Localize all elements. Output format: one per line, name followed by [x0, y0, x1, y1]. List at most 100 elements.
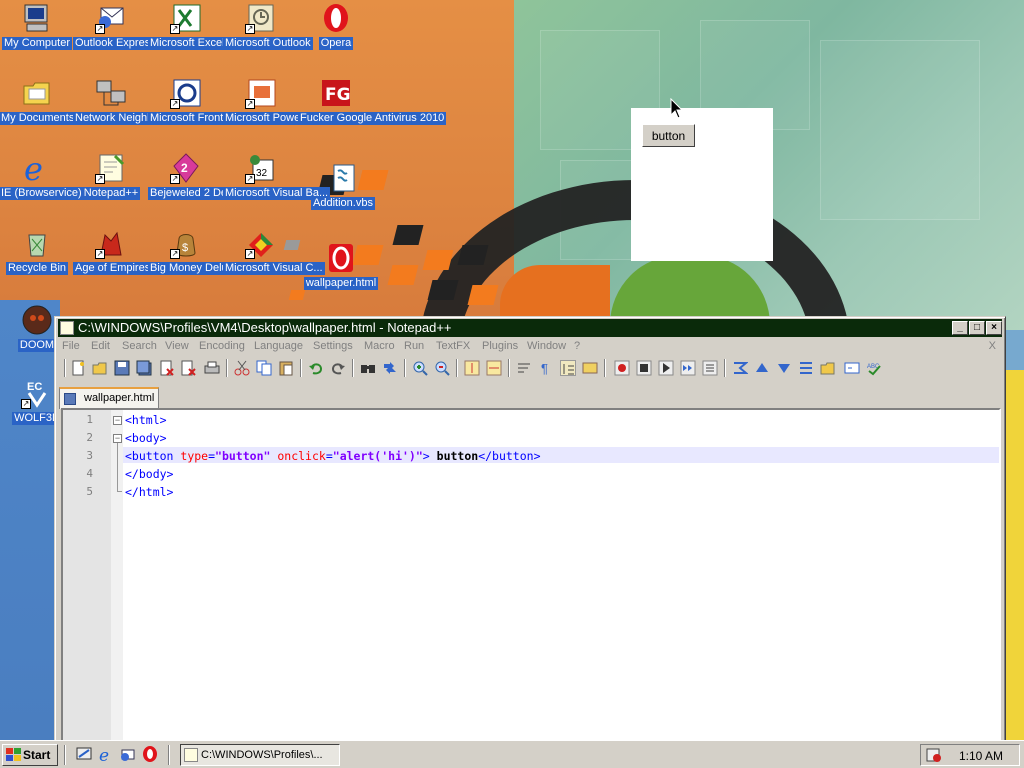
desktop-icon-recycle-bin[interactable]: Recycle Bin [0, 225, 75, 275]
desktop-icon-notepadpp[interactable]: ↗ Notepad++ [73, 150, 149, 200]
notepadpp-window[interactable]: C:\WINDOWS\Profiles\VM4\Desktop\wallpape… [54, 316, 1006, 744]
user-lang-icon[interactable] [582, 360, 598, 376]
desktop-icon-wallpaper-html[interactable]: wallpaper.html [303, 240, 379, 290]
code-editor[interactable]: 1 2 3 4 5 − − <html> <body> <button type… [61, 408, 1001, 743]
svg-text:e: e [24, 152, 43, 184]
desktop-icon-age-of-empires[interactable]: ↗ Age of Empires [73, 225, 153, 275]
sync-vertical-icon[interactable] [464, 360, 480, 376]
menu-encoding[interactable]: Encoding [199, 340, 245, 352]
ie-quicklaunch-icon[interactable]: e [98, 746, 114, 762]
menu-search[interactable]: Search [122, 340, 157, 352]
indent-guide-icon[interactable] [560, 360, 576, 376]
folder-tool-icon[interactable] [820, 360, 836, 376]
sync-horizontal-icon[interactable] [486, 360, 502, 376]
fold-toggle-icon[interactable]: − [113, 416, 122, 425]
desktop-icon-frontpage[interactable]: ↗ Microsoft FrontPage [148, 75, 252, 125]
outlook-express-quicklaunch-icon[interactable] [120, 746, 136, 762]
maximize-button[interactable]: □ [969, 321, 985, 335]
copy-icon[interactable] [256, 360, 272, 376]
taskbar-button-label: C:\WINDOWS\Profiles\... [201, 749, 323, 761]
redo-icon[interactable] [330, 360, 346, 376]
desktop-icon-antivirus[interactable]: FG Fucker Google Antivirus 2010 [298, 75, 447, 125]
clock[interactable]: 1:10 AM [959, 749, 1003, 763]
menu-file[interactable]: File [62, 340, 80, 352]
tray-app-icon[interactable] [926, 748, 942, 762]
menu-view[interactable]: View [165, 340, 189, 352]
code-line: <button type="button" onclick="alert('hi… [125, 449, 541, 463]
cut-icon[interactable] [234, 360, 250, 376]
desktop-icon-bejeweled[interactable]: 2 ↗ Bejeweled 2 Deluxe [148, 150, 250, 200]
svg-text:FG: FG [325, 85, 351, 105]
textfx-icon[interactable] [732, 360, 748, 376]
menu-run[interactable]: Run [404, 340, 424, 352]
new-file-icon[interactable] [70, 360, 86, 376]
desktop-icon-visual-c[interactable]: ↗ Microsoft Visual C... [223, 225, 325, 275]
tab-label: wallpaper.html [84, 392, 155, 404]
code-line: </body> [125, 467, 173, 481]
menu-edit[interactable]: Edit [91, 340, 110, 352]
desktop-icon-powerpoint[interactable]: ↗ Microsoft PowerPoint [223, 75, 331, 125]
desktop-icon-network-neighborhood[interactable]: Network Neighborhood [73, 75, 190, 125]
print-icon[interactable] [204, 360, 220, 376]
taskbar-button-notepadpp[interactable]: C:\WINDOWS\Profiles\... [180, 744, 340, 766]
desktop-icon-opera[interactable]: Opera [298, 0, 374, 50]
start-button[interactable]: Start [2, 744, 58, 766]
opera-quicklaunch-icon[interactable] [142, 746, 158, 762]
code-token: <body> [125, 431, 167, 445]
save-macro-icon[interactable] [702, 360, 718, 376]
show-desktop-icon[interactable] [76, 746, 92, 762]
sort-icon[interactable] [798, 360, 814, 376]
opera-icon [320, 2, 352, 34]
menu-settings[interactable]: Settings [313, 340, 353, 352]
close-file-icon[interactable] [158, 360, 174, 376]
save-all-icon[interactable] [136, 360, 152, 376]
zoom-in-icon[interactable] [412, 360, 428, 376]
desktop-icon-big-money[interactable]: $ ↗ Big Money Deluxe [148, 225, 242, 275]
menu-language[interactable]: Language [254, 340, 303, 352]
desktop-icon-excel[interactable]: ↗ Microsoft Excel [148, 0, 227, 50]
desktop-icon-ie[interactable]: e IE (Browservice) [0, 150, 84, 200]
menu-plugins[interactable]: Plugins [482, 340, 518, 352]
tab-wallpaper-html[interactable]: wallpaper.html [59, 387, 159, 409]
desktop-icon-visual-basic[interactable]: 32 ↗ Microsoft Visual Ba... [223, 150, 331, 200]
run-macro-multiple-icon[interactable] [680, 360, 696, 376]
zoom-out-icon[interactable] [434, 360, 450, 376]
close-button[interactable]: × [986, 321, 1002, 335]
word-wrap-icon[interactable] [516, 360, 532, 376]
spell-check-icon[interactable]: ABC [866, 360, 882, 376]
age-of-empires-icon: ↗ [95, 227, 127, 259]
move-down-icon[interactable] [776, 360, 792, 376]
excel-icon: ↗ [170, 2, 202, 34]
desktop-icon-addition-vbs[interactable]: Addition.vbs [305, 160, 381, 210]
fold-toggle-icon[interactable]: − [113, 434, 122, 443]
toolbar-separator [300, 359, 302, 377]
menu-help[interactable]: ? [574, 340, 580, 352]
desktop-icon-outlook-express[interactable]: ↗ Outlook Express [73, 0, 158, 50]
page-button[interactable]: button [642, 124, 695, 147]
replace-icon[interactable] [382, 360, 398, 376]
menu-textfx[interactable]: TextFX [436, 340, 470, 352]
desktop-icon-outlook[interactable]: ↗ Microsoft Outlook [223, 0, 313, 50]
panel-icon[interactable] [844, 360, 860, 376]
play-macro-icon[interactable] [658, 360, 674, 376]
undo-icon[interactable] [308, 360, 324, 376]
window-titlebar[interactable]: C:\WINDOWS\Profiles\VM4\Desktop\wallpape… [58, 319, 1002, 337]
show-all-chars-icon[interactable]: ¶ [538, 360, 554, 376]
desktop-icon-my-documents[interactable]: My Documents [0, 75, 77, 125]
minimize-button[interactable]: _ [952, 321, 968, 335]
document-close-button[interactable]: X [989, 340, 996, 352]
open-file-icon[interactable] [92, 360, 108, 376]
close-all-icon[interactable] [180, 360, 196, 376]
save-icon[interactable] [114, 360, 130, 376]
menu-macro[interactable]: Macro [364, 340, 395, 352]
toolbar-separator [508, 359, 510, 377]
paste-icon[interactable] [278, 360, 294, 376]
find-icon[interactable] [360, 360, 376, 376]
menu-window[interactable]: Window [527, 340, 566, 352]
stop-macro-icon[interactable] [636, 360, 652, 376]
move-up-icon[interactable] [754, 360, 770, 376]
record-macro-icon[interactable] [614, 360, 630, 376]
toolbar-separator [456, 359, 458, 377]
toolbar-separator [352, 359, 354, 377]
desktop-icon-my-computer[interactable]: My Computer [0, 0, 75, 50]
